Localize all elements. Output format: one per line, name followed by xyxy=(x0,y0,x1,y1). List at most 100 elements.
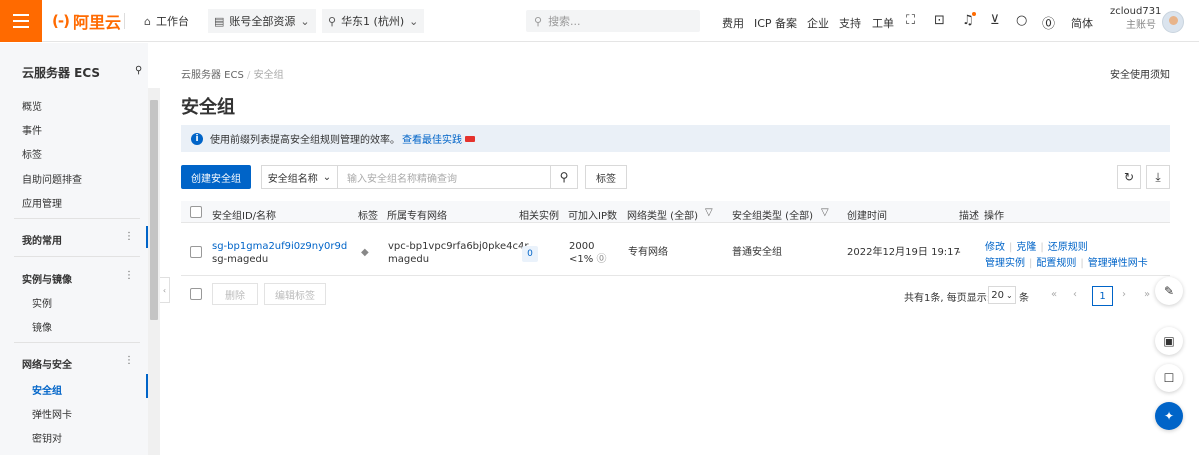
sidebar-item-instances[interactable]: 实例 xyxy=(32,295,52,310)
breadcrumb-current: 安全组 xyxy=(253,70,284,81)
filter-icon[interactable]: ▽ xyxy=(821,207,829,218)
col-net-type[interactable]: 网络类型 (全部) xyxy=(627,207,698,222)
vpc-id: vpc-bp1vpc9rfa6bj0pke4c4r xyxy=(388,241,529,252)
sidebar-item-eni[interactable]: 弹性网卡 xyxy=(32,406,72,421)
ip-count: 2000 xyxy=(569,241,595,252)
user-info[interactable]: zcloud731 主账号 xyxy=(1110,5,1162,33)
best-practice-link[interactable]: 查看最佳实践 xyxy=(402,131,462,146)
last-page-icon[interactable]: » xyxy=(1144,289,1150,300)
cart-icon[interactable]: ⊻ xyxy=(990,13,1000,28)
tag-icon[interactable]: ◆ xyxy=(361,246,369,259)
sg-type: 普通安全组 xyxy=(732,247,782,258)
sidebar-scrollbar-thumb[interactable] xyxy=(150,100,158,320)
logo-text: 阿里云 xyxy=(72,13,121,32)
filter-field-select[interactable]: 安全组名称 ⌄ xyxy=(261,165,338,189)
configure-rules-link[interactable]: 配置规则 xyxy=(1036,258,1076,269)
language-switch[interactable]: 简体 xyxy=(1071,15,1093,31)
sidebar-item-app-management[interactable]: 应用管理 xyxy=(22,195,62,210)
region-label: 华东1 (杭州) xyxy=(341,15,405,28)
info-banner: i 使用前缀列表提高安全组规则管理的效率。 查看最佳实践 xyxy=(181,125,1170,152)
sidebar-item-tags[interactable]: 标签 xyxy=(22,146,42,161)
search-button[interactable]: ⚲ xyxy=(550,165,578,189)
vpc-name: magedu xyxy=(388,254,430,265)
breadcrumb: 云服务器 ECS / 安全组 xyxy=(181,66,284,81)
related-instances-count[interactable]: 0 xyxy=(522,246,538,262)
apps-icon[interactable]: ✦ xyxy=(1155,402,1183,430)
current-page[interactable]: 1 xyxy=(1092,286,1113,306)
nav-ticket[interactable]: 工单 xyxy=(872,15,894,31)
top-navigation-bar: (-) 阿里云 ⌂ 工作台 ▤ 账号全部资源 ⌄ ⚲ 华东1 (杭州) ⌄ ⚲ 搜索... 费… xyxy=(0,0,1199,42)
username: zcloud731 xyxy=(1110,6,1162,17)
avatar[interactable] xyxy=(1162,11,1184,33)
prev-page-icon[interactable]: ‹ xyxy=(1073,289,1077,300)
help-icon[interactable]: ⓪ xyxy=(1042,13,1055,32)
more-icon[interactable]: ⋮ xyxy=(124,270,134,281)
lightbulb-icon[interactable]: ○ xyxy=(1016,13,1027,28)
page-size-unit: 条 xyxy=(1019,293,1029,304)
manage-eni-link[interactable]: 管理弹性网卡 xyxy=(1088,258,1148,269)
feedback-icon[interactable]: ☐ xyxy=(1155,364,1183,392)
sg-name: sg-magedu xyxy=(212,254,269,265)
select-all-checkbox[interactable] xyxy=(190,206,202,218)
refresh-icon[interactable]: ↻ xyxy=(1117,165,1141,189)
resources-dropdown[interactable]: ▤ 账号全部资源 ⌄ xyxy=(208,9,316,33)
nav-billing[interactable]: 费用 xyxy=(722,15,744,31)
clone-link[interactable]: 克隆 xyxy=(1016,242,1036,253)
ip-usage-value: <1% xyxy=(569,254,594,265)
sidebar-item-troubleshoot[interactable]: 自助问题排查 xyxy=(22,171,82,186)
sidebar-item-events[interactable]: 事件 xyxy=(22,122,42,137)
new-badge-icon xyxy=(465,135,475,142)
edit-icon[interactable]: ✎ xyxy=(1155,277,1183,305)
footer-select-all-checkbox[interactable] xyxy=(190,288,202,300)
region-dropdown[interactable]: ⚲ 华东1 (杭州) ⌄ xyxy=(322,9,425,33)
sidebar-item-overview[interactable]: 概览 xyxy=(22,98,42,113)
nav-support[interactable]: 支持 xyxy=(839,15,861,31)
sidebar-item-images[interactable]: 镜像 xyxy=(32,319,52,334)
sidebar-item-keypairs[interactable]: 密钥对 xyxy=(32,430,62,445)
sidebar-group-favorites[interactable]: 我的常用 xyxy=(22,232,62,247)
filter-input[interactable]: 输入安全组名称精确查询 xyxy=(337,165,551,189)
menu-icon[interactable] xyxy=(0,0,42,42)
info-icon: i xyxy=(191,132,203,145)
terminal-icon[interactable]: ⊡ xyxy=(934,13,945,28)
create-security-group-button[interactable]: 创建安全组 xyxy=(181,165,251,189)
page-size-select[interactable]: 20 ⌄ xyxy=(988,286,1016,304)
first-page-icon[interactable]: « xyxy=(1051,289,1057,300)
modify-link[interactable]: 修改 xyxy=(985,242,1005,253)
global-search-input[interactable]: ⚲ 搜索... xyxy=(526,10,700,32)
row-actions-line2: 管理实例 | 配置规则 | 管理弹性网卡 xyxy=(985,254,1148,269)
collapse-sidebar-button[interactable]: ‹ xyxy=(160,277,170,303)
edit-tags-button[interactable]: 编辑标签 xyxy=(264,283,326,305)
filter-icon[interactable]: ▽ xyxy=(705,207,713,218)
breadcrumb-root[interactable]: 云服务器 ECS xyxy=(181,70,244,81)
download-icon[interactable]: ⤓ xyxy=(1146,165,1170,189)
more-icon[interactable]: ⋮ xyxy=(124,231,134,242)
filter-field-label: 安全组名称 xyxy=(267,173,318,185)
col-vpc: 所属专有网络 xyxy=(387,211,447,222)
manage-instances-link[interactable]: 管理实例 xyxy=(985,258,1025,269)
more-icon[interactable]: ⋮ xyxy=(124,355,134,366)
resources-label: 账号全部资源 xyxy=(229,15,296,28)
workbench-link[interactable]: ⌂ 工作台 xyxy=(144,13,189,29)
divider xyxy=(14,256,140,257)
aliyun-logo[interactable]: (-) 阿里云 xyxy=(52,10,121,32)
row-checkbox[interactable] xyxy=(190,246,202,258)
sidebar-group-instances[interactable]: 实例与镜像 xyxy=(22,271,72,286)
search-icon[interactable]: ⚲ xyxy=(135,65,142,76)
pagination-total: 共有1条, 每页显示: xyxy=(904,293,991,304)
delete-button[interactable]: 删除 xyxy=(212,283,258,305)
cloud-shell-icon[interactable]: ⛶ xyxy=(906,13,915,28)
next-page-icon[interactable]: › xyxy=(1122,289,1126,300)
security-notice-link[interactable]: 安全使用须知 xyxy=(1110,66,1170,81)
tag-filter-button[interactable]: 标签 xyxy=(585,165,627,189)
nav-icp[interactable]: ICP 备案 xyxy=(754,15,797,31)
help-icon[interactable]: ⓪ xyxy=(596,254,606,265)
sg-id-link[interactable]: sg-bp1gma2uf9i0z9ny0r9d xyxy=(212,240,347,253)
chevron-down-icon: ⌄ xyxy=(1006,290,1013,300)
docs-icon[interactable]: ▣ xyxy=(1155,327,1183,355)
restore-rules-link[interactable]: 还原规则 xyxy=(1048,242,1088,253)
sidebar-group-network[interactable]: 网络与安全 xyxy=(22,356,72,371)
sidebar-item-security-group[interactable]: 安全组 xyxy=(32,382,62,397)
nav-enterprise[interactable]: 企业 xyxy=(807,15,829,31)
col-sg-type[interactable]: 安全组类型 (全部) xyxy=(732,207,813,222)
